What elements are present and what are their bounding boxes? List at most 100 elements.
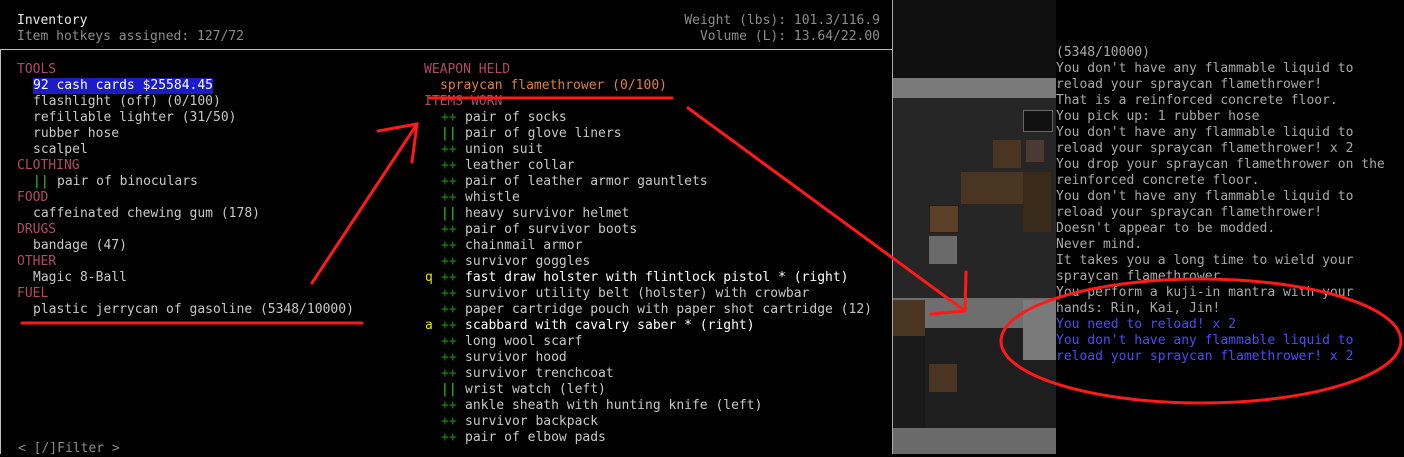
worn-marker: ++: [441, 398, 457, 413]
map-dark-region: [893, 0, 1056, 78]
worn-item[interactable]: paper cartridge pouch with paper shot ca…: [465, 302, 872, 318]
worn-item[interactable]: survivor trenchcoat: [465, 366, 614, 382]
weapon-held-header: WEAPON HELD: [424, 62, 511, 77]
worn-marker: ++: [441, 254, 457, 269]
log-message: spraycan flamethrower.: [1056, 269, 1229, 284]
log-message: You don't have any flammable liquid to: [1056, 125, 1354, 140]
worn-item[interactable]: leather collar: [465, 158, 575, 174]
worn-item[interactable]: pair of survivor boots: [465, 222, 637, 238]
map-floor-light: [929, 236, 957, 264]
worn-item[interactable]: pair of socks: [465, 110, 567, 126]
inventory-item[interactable]: bandage (47): [33, 238, 127, 254]
door-icon: [929, 205, 959, 233]
log-message: You don't have any flammable liquid to: [1056, 189, 1354, 204]
worn-marker: ||: [33, 174, 49, 189]
category-header: FOOD: [17, 190, 49, 205]
inventory-title: Inventory: [17, 13, 88, 28]
log-message: reload your spraycan flamethrower!: [1056, 205, 1323, 220]
worn-marker: ||: [441, 382, 457, 397]
log-message: You don't have any flammable liquid to: [1056, 333, 1354, 348]
log-message: You drop your spraycan flamethrower on t…: [1056, 157, 1385, 172]
log-message: (5348/10000): [1056, 45, 1150, 60]
worn-item[interactable]: fast draw holster with flintlock pistol …: [465, 270, 849, 286]
worn-marker: ++: [441, 430, 457, 445]
item-hotkey: a: [425, 318, 433, 333]
wooden-floor-tile: [993, 140, 1021, 168]
filter-hint[interactable]: < [/]Filter >: [18, 441, 120, 457]
inventory-item[interactable]: caffeinated chewing gum (178): [33, 206, 260, 222]
worn-marker: ++: [441, 238, 457, 253]
worn-marker: ++: [441, 270, 457, 285]
log-message: You need to reload! x 2: [1056, 317, 1237, 332]
computer-terminal-icon: [1023, 110, 1053, 132]
inventory-item[interactable]: plastic jerrycan of gasoline (5348/10000…: [33, 302, 354, 318]
worn-item[interactable]: pair of elbow pads: [465, 430, 606, 446]
worn-item[interactable]: survivor goggles: [465, 254, 590, 270]
inventory-item[interactable]: refillable lighter (31/50): [33, 110, 237, 126]
inventory-item[interactable]: pair of binoculars: [57, 174, 198, 190]
wooden-floor-tile: [961, 172, 1025, 204]
worn-marker: ++: [441, 286, 457, 301]
worn-item[interactable]: chainmail armor: [465, 238, 582, 254]
worn-marker: ++: [441, 190, 457, 205]
worn-item[interactable]: ankle sheath with hunting knife (left): [465, 398, 762, 414]
worn-item[interactable]: survivor hood: [465, 350, 567, 366]
inventory-item[interactable]: Magic 8-Ball: [33, 270, 127, 286]
log-message: It takes you a long time to wield your: [1056, 253, 1354, 268]
items-worn-header: ITEMS WORN: [424, 94, 503, 109]
inventory-item[interactable]: flashlight (off) (0/100): [33, 94, 221, 110]
worn-marker: ++: [441, 334, 457, 349]
wooden-floor-tile: [1023, 172, 1051, 232]
worn-marker: ||: [441, 126, 457, 141]
volume-status: Volume (L): 13.64/22.00: [699, 29, 880, 44]
category-header: OTHER: [17, 254, 57, 269]
log-message: reload your spraycan flamethrower! x 2: [1056, 349, 1354, 364]
log-message: reinforced concrete floor.: [1056, 173, 1260, 188]
map-floor-light: [1023, 300, 1056, 360]
worn-marker: ++: [441, 366, 457, 381]
inventory-header: Inventory Item hotkeys assigned: 127/72 …: [0, 0, 893, 50]
worn-marker: ++: [441, 222, 457, 237]
worn-item[interactable]: pair of glove liners: [465, 126, 622, 142]
category-header: CLOTHING: [17, 158, 80, 173]
worn-item[interactable]: whistle: [465, 190, 520, 206]
worn-item[interactable]: scabbard with cavalry saber * (right): [465, 318, 755, 334]
weapon-held-item[interactable]: spraycan flamethrower (0/100): [440, 78, 667, 94]
worn-item[interactable]: heavy survivor helmet: [465, 206, 629, 222]
worn-marker: ++: [441, 318, 457, 333]
log-message: Doesn't appear to be modded.: [1056, 221, 1276, 236]
log-message: That is a reinforced concrete floor.: [1056, 93, 1338, 108]
map-wall-band: [893, 428, 1056, 454]
inventory-item[interactable]: rubber hose: [33, 126, 119, 142]
worn-marker: ||: [441, 206, 457, 221]
log-message: Never mind.: [1056, 237, 1143, 252]
door-icon: [893, 300, 925, 336]
worn-item[interactable]: union suit: [465, 142, 543, 158]
log-message: reload your spraycan flamethrower! x 2: [1056, 141, 1354, 156]
log-message: You don't have any flammable liquid to: [1056, 61, 1354, 76]
map-wall-band: [893, 78, 1056, 98]
category-header: TOOLS: [17, 62, 57, 77]
inventory-body: TOOLS 92 cash cards $25584.45 flashlight (…: [0, 50, 893, 457]
worn-item[interactable]: survivor utility belt (holster) with cro…: [465, 286, 809, 302]
inventory-item[interactable]: scalpel: [33, 142, 88, 158]
door-icon: [929, 364, 957, 392]
worn-item[interactable]: wrist watch (left): [465, 382, 606, 398]
worn-marker: ++: [441, 350, 457, 365]
item-hotkey: q: [425, 270, 433, 285]
worn-marker: ++: [441, 142, 457, 157]
worn-item[interactable]: survivor backpack: [465, 414, 598, 430]
worn-item[interactable]: pair of leather armor gauntlets: [465, 174, 708, 190]
inventory-item[interactable]: 92 cash cards $25584.45: [33, 78, 214, 94]
hotkeys-status: Item hotkeys assigned: 127/72: [17, 29, 244, 44]
log-message: You pick up: 1 rubber hose: [1056, 109, 1260, 124]
worn-marker: ++: [441, 110, 457, 125]
category-header: FUEL: [17, 286, 49, 301]
inventory-panel: Inventory Item hotkeys assigned: 127/72 …: [0, 0, 893, 457]
weight-status: Weight (lbs): 101.3/116.9: [684, 13, 880, 28]
worn-item[interactable]: long wool scarf: [465, 334, 582, 350]
log-message: hands: Rin, Kai, Jin!: [1056, 301, 1221, 316]
chair-icon: [1026, 140, 1044, 162]
category-header: DRUGS: [17, 222, 57, 237]
log-message: reload your spraycan flamethrower!: [1056, 77, 1323, 92]
